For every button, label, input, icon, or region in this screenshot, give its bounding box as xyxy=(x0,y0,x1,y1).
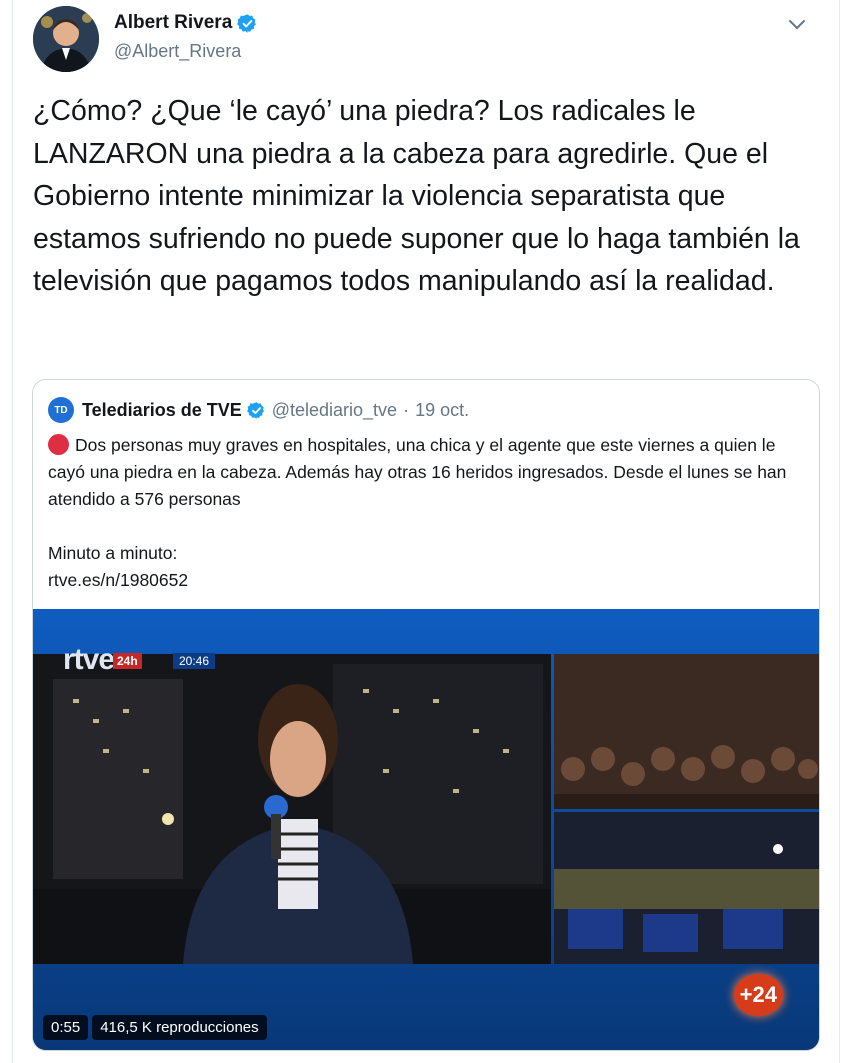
quoted-link[interactable]: rtve.es/n/1980652 xyxy=(48,567,808,594)
tweet-text: ¿Cómo? ¿Que ‘le cayó’ una piedra? Los ra… xyxy=(33,95,800,297)
author-handle[interactable]: @Albert_Rivera xyxy=(114,41,241,62)
channel-logo: rtve xyxy=(63,643,115,676)
author-row: Albert Rivera xyxy=(114,12,258,34)
quoted-date[interactable]: 19 oct. xyxy=(415,400,469,421)
quoted-author-handle[interactable]: @telediario_tve xyxy=(272,400,397,421)
video-views: 416,5 K reproducciones xyxy=(92,1015,267,1040)
verified-badge-icon xyxy=(246,401,264,419)
quoted-tweet[interactable]: TD Telediarios de TVE @telediario_tve · … xyxy=(32,379,820,1051)
quoted-link-label: Minuto a minuto: xyxy=(48,543,178,563)
video-duration: 0:55 xyxy=(43,1015,89,1040)
avatar[interactable] xyxy=(33,6,99,72)
quoted-body: Dos personas muy graves en hospitales, u… xyxy=(48,435,787,509)
channel-24-badge: +24 xyxy=(733,974,783,1016)
tweet-card: Albert Rivera @Albert_Rivera ¿Cómo? ¿Que… xyxy=(12,0,840,1063)
verified-badge-icon xyxy=(237,13,257,33)
quoted-header: TD Telediarios de TVE @telediario_tve · … xyxy=(48,397,469,423)
quoted-text-block: Dos personas muy graves en hospitales, u… xyxy=(48,432,808,594)
avatar-image xyxy=(33,6,99,72)
chevron-down-icon[interactable] xyxy=(787,14,807,34)
red-circle-icon xyxy=(48,434,69,455)
video-stats: 0:55 416,5 K reproducciones xyxy=(43,1015,267,1040)
live-badge: 24h xyxy=(113,653,142,669)
dot-separator: · xyxy=(403,399,410,420)
broadcast-clock: 20:46 xyxy=(173,653,216,669)
video-frame xyxy=(33,609,819,1050)
telediario-logo-icon: TD xyxy=(48,397,74,423)
quoted-author-name[interactable]: Telediarios de TVE xyxy=(82,400,242,421)
author-name[interactable]: Albert Rivera xyxy=(114,12,232,34)
video-player[interactable]: rtve 24h 20:46 +24 0:55 416,5 K reproduc… xyxy=(33,609,819,1050)
